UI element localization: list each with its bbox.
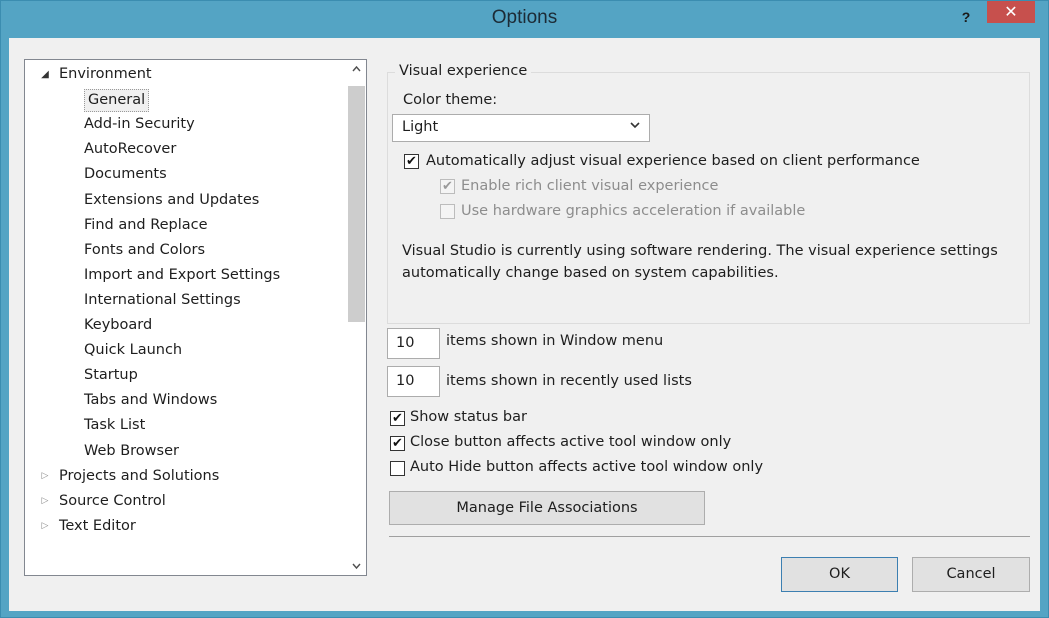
tree-item-label: Keyboard xyxy=(84,317,153,333)
tree-item-label: International Settings xyxy=(84,291,241,308)
tree-item-label: Web Browser xyxy=(84,442,179,459)
tree-item[interactable]: International Settings xyxy=(25,288,345,313)
tree-item-label: AutoRecover xyxy=(84,141,177,158)
show-status-bar-checkbox[interactable]: ✔ xyxy=(390,411,405,426)
chevron-down-icon xyxy=(629,120,641,133)
tree-category[interactable]: ◢ Environment xyxy=(25,62,345,87)
tree-item[interactable]: AutoRecover xyxy=(25,137,345,162)
tree-item[interactable]: General xyxy=(25,87,345,113)
ok-button[interactable]: OK xyxy=(781,557,898,592)
tree-item[interactable]: Add-in Security xyxy=(25,112,345,137)
check-icon: ✔ xyxy=(406,154,417,169)
tree-scrollbar[interactable] xyxy=(347,60,366,575)
tree-item[interactable]: Extensions and Updates xyxy=(25,188,345,213)
tree-item-label: Projects and Solutions xyxy=(59,467,220,484)
dialog-title: Options xyxy=(491,7,558,28)
tree-item-label: Extensions and Updates xyxy=(84,191,260,208)
rich-client-label: Enable rich client visual experience xyxy=(461,178,719,194)
color-theme-value: Light xyxy=(402,119,439,135)
check-icon: ✔ xyxy=(392,436,403,451)
collapse-arrow-icon[interactable]: ◢ xyxy=(39,62,51,87)
hw-accel-checkbox[interactable] xyxy=(440,204,455,219)
tree-item[interactable]: Find and Replace xyxy=(25,213,345,238)
tree-item-label: Fonts and Colors xyxy=(84,241,206,258)
tree-item-label: Add-in Security xyxy=(84,116,195,133)
scroll-thumb[interactable] xyxy=(348,86,365,322)
scroll-down-icon xyxy=(352,563,361,570)
tree-item-label: General xyxy=(84,89,150,113)
tree-item[interactable]: Documents xyxy=(25,162,345,187)
recent-lists-items-label: items shown in recently used lists xyxy=(446,373,692,389)
rendering-info-line2: automatically change based on system cap… xyxy=(402,265,779,281)
tree-item-label: Text Editor xyxy=(59,517,136,534)
check-icon: ✔ xyxy=(442,179,453,194)
tree-item-label: Tabs and Windows xyxy=(84,392,218,409)
options-dialog: Options ? ✕ ◢ Environment General Add-in Se… xyxy=(0,0,1049,618)
visual-experience-title: Visual experience xyxy=(395,63,532,79)
manage-file-associations-button[interactable]: Manage File Associations xyxy=(389,491,705,525)
close-button-affects-label: Close button affects active tool window … xyxy=(410,434,732,450)
close-button-affects-checkbox[interactable]: ✔ xyxy=(390,436,405,451)
tree-item[interactable]: Web Browser xyxy=(25,439,345,464)
tree-item[interactable]: Keyboard xyxy=(25,313,345,338)
color-theme-label: Color theme: xyxy=(403,92,498,108)
auto-hide-affects-checkbox[interactable] xyxy=(390,461,405,476)
scroll-up-arrow-icon[interactable] xyxy=(347,60,366,78)
tree-item-label: Import and Export Settings xyxy=(84,266,281,283)
tree-item[interactable]: Tabs and Windows xyxy=(25,388,345,413)
scroll-up-icon xyxy=(352,65,361,72)
tree-item[interactable]: Startup xyxy=(25,363,345,388)
tree-item[interactable]: Quick Launch xyxy=(25,338,345,363)
tree-item-label: Task List xyxy=(84,417,146,434)
close-icon: ✕ xyxy=(1004,2,1018,21)
show-status-bar-label: Show status bar xyxy=(410,409,527,425)
color-theme-select[interactable]: Light xyxy=(392,114,650,142)
hw-accel-label: Use hardware graphics acceleration if av… xyxy=(461,203,806,219)
auto-adjust-label: Automatically adjust visual experience b… xyxy=(426,153,920,169)
tree-item[interactable]: Import and Export Settings xyxy=(25,263,345,288)
tree-item-label: Quick Launch xyxy=(84,342,183,359)
scroll-down-arrow-icon[interactable] xyxy=(347,557,366,575)
tree-item-label: Documents xyxy=(84,166,167,183)
auto-hide-affects-label: Auto Hide button affects active tool win… xyxy=(410,459,764,475)
tree-item-label: Source Control xyxy=(59,492,166,509)
window-menu-items-input[interactable]: 10 xyxy=(387,328,440,359)
tree-item-label: Startup xyxy=(84,367,138,384)
recent-lists-items-input[interactable]: 10 xyxy=(387,366,440,397)
window-menu-items-label: items shown in Window menu xyxy=(446,333,664,349)
tree-category[interactable]: ▷ Source Control xyxy=(25,489,345,514)
tree-item-label: Environment xyxy=(59,66,152,82)
check-icon: ✔ xyxy=(392,411,403,426)
dialog-client-area: ◢ Environment General Add-in Security AutoRe… xyxy=(9,38,1040,611)
expand-arrow-icon[interactable]: ▷ xyxy=(39,464,51,489)
tree-item-label: Find and Replace xyxy=(84,216,208,233)
visual-experience-group xyxy=(387,72,1030,324)
footer-separator xyxy=(389,536,1030,537)
tree-item[interactable]: Fonts and Colors xyxy=(25,238,345,263)
rich-client-checkbox[interactable]: ✔ xyxy=(440,179,455,194)
options-tree[interactable]: ◢ Environment General Add-in Security AutoRe… xyxy=(24,59,367,576)
title-bar[interactable]: Options ? ✕ xyxy=(1,1,1048,37)
expand-arrow-icon[interactable]: ▷ xyxy=(39,489,51,514)
tree-item[interactable]: Task List xyxy=(25,413,345,438)
tree-category[interactable]: ▷ Projects and Solutions xyxy=(25,464,345,489)
expand-arrow-icon[interactable]: ▷ xyxy=(39,514,51,539)
close-button[interactable]: ✕ xyxy=(987,1,1035,23)
tree-category[interactable]: ▷ Text Editor xyxy=(25,514,345,539)
rendering-info-line1: Visual Studio is currently using softwar… xyxy=(402,243,998,259)
help-button[interactable]: ? xyxy=(959,9,973,25)
cancel-button[interactable]: Cancel xyxy=(912,557,1030,592)
auto-adjust-checkbox[interactable]: ✔ xyxy=(404,154,419,169)
